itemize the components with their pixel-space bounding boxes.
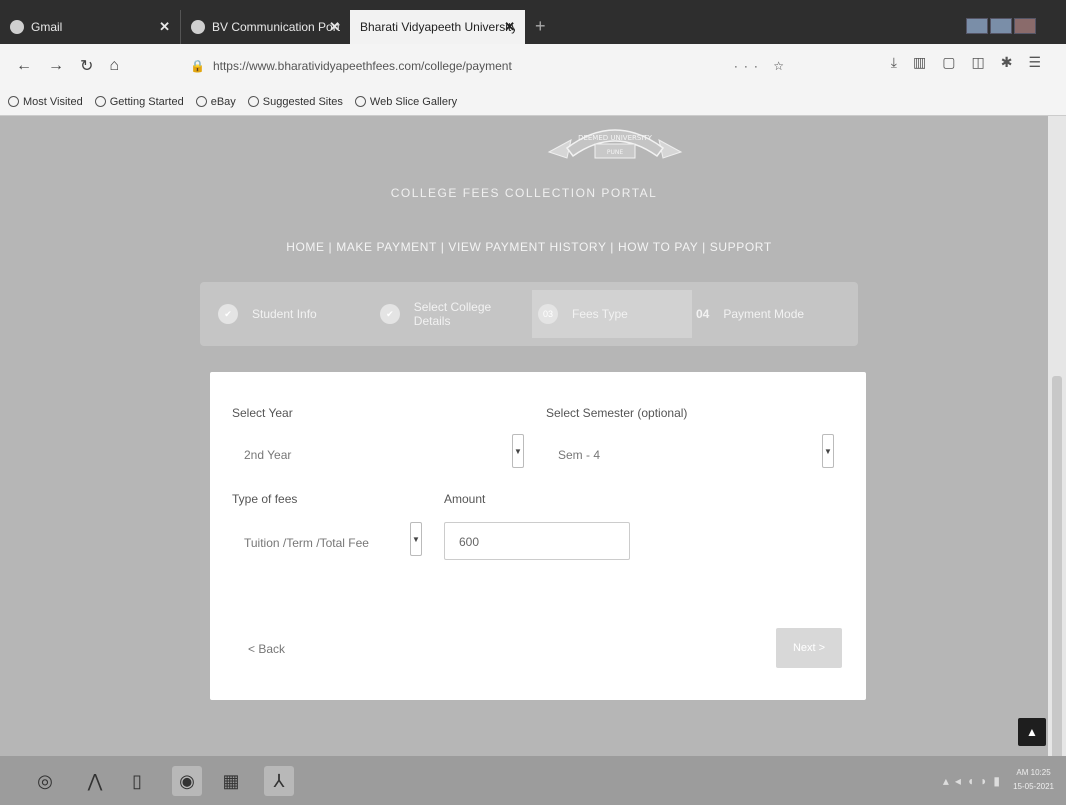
semester-select[interactable]: Sem - 4 xyxy=(558,448,600,462)
step-label: Student Info xyxy=(252,307,317,321)
next-button[interactable]: Next > xyxy=(776,628,842,668)
close-tab-icon[interactable]: ✕ xyxy=(159,19,170,35)
taskbar-clock[interactable]: AM 10:25 15-05-2021 xyxy=(1013,766,1054,794)
maximize-icon[interactable] xyxy=(990,18,1012,34)
lock-icon: 🔒 xyxy=(190,59,205,73)
close-tab-icon[interactable]: ✕ xyxy=(504,19,515,35)
portal-title: COLLEGE FEES COLLECTION PORTAL xyxy=(390,186,658,200)
forward-arrow-icon[interactable]: → xyxy=(48,57,64,75)
gmail-favicon-icon xyxy=(10,20,24,34)
year-label: Select Year xyxy=(232,406,293,420)
payment-stepper: ✔ Student Info ✔ Select College Details … xyxy=(200,282,858,346)
bookmark-suggested-sites[interactable]: Suggested Sites xyxy=(247,96,343,108)
step-college-details[interactable]: ✔ Select College Details xyxy=(380,290,530,338)
scrollbar-thumb[interactable] xyxy=(1052,376,1062,805)
year-select[interactable]: 2nd Year xyxy=(244,448,291,462)
page-content: DEEMED UNIVERSITY PUNE COLLEGE FEES COLL… xyxy=(0,116,1048,756)
emblem-city-text: PUNE xyxy=(607,149,623,156)
globe-icon xyxy=(94,96,106,107)
close-tab-icon[interactable]: ✕ xyxy=(329,19,340,35)
os-taskbar: ◎ ⋀ ▯ ◉ ▦ ⅄ ▴◂◖◗▮ AM 10:25 15-05-2021 xyxy=(0,756,1066,805)
step-payment-mode[interactable]: 04 Payment Mode xyxy=(696,290,846,338)
globe-icon xyxy=(354,96,366,107)
pocket-icon[interactable]: ◫ xyxy=(971,54,984,71)
tab-label: BV Communication Portal xyxy=(212,20,340,34)
reload-icon[interactable]: ↻ xyxy=(80,56,93,76)
bookmark-getting-started[interactable]: Getting Started xyxy=(94,96,184,108)
check-icon: ✔ xyxy=(380,304,400,324)
emblem-arc-text: DEEMED UNIVERSITY xyxy=(578,134,653,142)
bookmark-web-slice-gallery[interactable]: Web Slice Gallery xyxy=(354,96,457,108)
new-tab-icon[interactable]: + xyxy=(535,16,546,37)
tab-bv-communication[interactable]: BV Communication Portal ✕ xyxy=(180,10,350,44)
portal-favicon-icon xyxy=(191,20,205,34)
step-student-info[interactable]: ✔ Student Info xyxy=(218,290,368,338)
url-text: https://www.bharatividyapeethfees.com/co… xyxy=(212,59,512,73)
semester-label: Select Semester (optional) xyxy=(546,406,688,420)
step-label: Payment Mode xyxy=(723,307,805,321)
menu-icon[interactable]: ☰ xyxy=(1028,54,1041,71)
check-icon: ✔ xyxy=(218,304,238,324)
tab-gmail[interactable]: Gmail ✕ xyxy=(0,10,180,44)
browser-icon[interactable]: ◉ xyxy=(172,766,202,796)
back-arrow-icon[interactable]: ← xyxy=(16,57,32,75)
step-label: Fees Type xyxy=(572,307,628,321)
year-dropdown-icon[interactable]: ▼ xyxy=(512,434,524,468)
start-icon[interactable]: ◎ xyxy=(30,766,60,796)
pdf-icon[interactable]: ⅄ xyxy=(264,766,294,796)
clock-date: 15-05-2021 xyxy=(1013,782,1054,791)
university-emblem: DEEMED UNIVERSITY PUNE xyxy=(547,129,683,159)
page-scrollbar[interactable] xyxy=(1048,116,1066,805)
bookmark-most-visited[interactable]: Most Visited xyxy=(8,96,83,108)
fee-type-select[interactable]: Tuition /Term /Total Fee xyxy=(244,536,369,550)
media-icon[interactable]: ▯ xyxy=(122,766,152,796)
tab-bharati-vidyapeeth[interactable]: Bharati Vidyapeeth University ✕ xyxy=(350,10,525,44)
scroll-to-top-button[interactable]: ▲ xyxy=(1018,718,1046,746)
back-button[interactable]: < Back xyxy=(248,642,285,656)
browser-tab-bar: Gmail ✕ BV Communication Portal ✕ Bharat… xyxy=(0,0,1066,44)
tab-label: Gmail xyxy=(31,20,63,34)
tab-label: Bharati Vidyapeeth University xyxy=(360,20,515,34)
step-number: 03 xyxy=(538,304,558,324)
bookmark-ebay[interactable]: eBay xyxy=(195,96,236,108)
sidebar-icon[interactable]: ▢ xyxy=(942,54,955,71)
step-number: 04 xyxy=(696,307,710,321)
spreadsheet-icon[interactable]: ▦ xyxy=(216,766,246,796)
amount-label: Amount xyxy=(444,492,486,506)
site-main-nav[interactable]: HOME | MAKE PAYMENT | VIEW PAYMENT HISTO… xyxy=(0,240,1048,254)
fees-form-card: Select Year 2nd Year ▼ Select Semester (… xyxy=(210,372,866,700)
download-icon[interactable]: ⤓ xyxy=(891,54,897,71)
bookmarks-bar: Most Visited Getting Started eBay Sugges… xyxy=(0,88,1066,116)
semester-dropdown-icon[interactable]: ▼ xyxy=(822,434,834,468)
fee-type-dropdown-icon[interactable]: ▼ xyxy=(410,522,422,556)
fee-type-label: Type of fees xyxy=(232,492,298,506)
address-bar[interactable]: 🔒 https://www.bharatividyapeethfees.com/… xyxy=(190,54,790,78)
globe-icon xyxy=(195,96,207,107)
page-actions-icon[interactable]: ··· ☆ xyxy=(734,59,790,73)
system-tray[interactable]: ▴◂◖◗▮ xyxy=(943,774,1006,788)
step-fees-type[interactable]: 03 Fees Type xyxy=(532,290,692,338)
close-window-icon[interactable] xyxy=(1014,18,1036,34)
browser-toolbar-icons: ⤓ ▥ ▢ ◫ ✱ ☰ xyxy=(891,54,1041,71)
extension-icon[interactable]: ✱ xyxy=(1001,54,1013,71)
step-label: Select College Details xyxy=(413,300,492,328)
app-icon[interactable]: ⋀ xyxy=(80,766,110,796)
amount-input[interactable]: 600 xyxy=(444,522,630,560)
clock-time: AM 10:25 xyxy=(1016,768,1051,777)
globe-icon xyxy=(8,96,19,107)
minimize-icon[interactable] xyxy=(966,18,988,34)
home-icon[interactable]: ⌂ xyxy=(109,57,119,75)
library-icon[interactable]: ▥ xyxy=(913,54,926,71)
globe-icon xyxy=(247,96,259,107)
window-controls xyxy=(966,18,1036,34)
